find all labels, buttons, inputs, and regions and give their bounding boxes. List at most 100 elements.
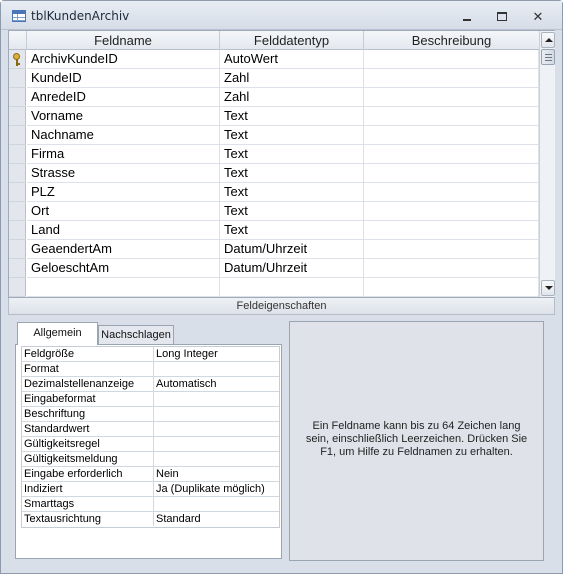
scroll-down-arrow-icon[interactable] <box>541 280 555 296</box>
grid-vertical-scrollbar[interactable] <box>539 31 555 297</box>
row-selector[interactable] <box>9 164 26 183</box>
row-selector[interactable] <box>9 183 26 202</box>
row-selector[interactable] <box>9 202 26 221</box>
description-cell[interactable] <box>364 88 539 107</box>
close-button[interactable]: ✕ <box>527 10 549 24</box>
property-row: Smarttags <box>22 497 279 512</box>
property-value[interactable] <box>154 452 280 466</box>
property-label: Gültigkeitsregel <box>22 437 154 451</box>
description-cell[interactable] <box>364 202 539 221</box>
description-cell[interactable] <box>364 221 539 240</box>
field-name-cell[interactable]: ArchivKundeID <box>27 50 220 69</box>
row-selector[interactable] <box>9 145 26 164</box>
help-text: Ein Feldname kann bis zu 64 Zeichen lang… <box>305 420 528 458</box>
row-selector[interactable] <box>9 88 26 107</box>
field-name-cell[interactable]: AnredeID <box>27 88 220 107</box>
grid-header: Feldname Felddatentyp Beschreibung <box>9 31 539 50</box>
field-name-cell[interactable] <box>27 278 220 297</box>
description-cell[interactable] <box>364 107 539 126</box>
data-type-cell[interactable]: Text <box>220 107 364 126</box>
description-cell[interactable] <box>364 259 539 278</box>
property-row: Format <box>22 362 279 377</box>
minimize-button[interactable] <box>456 10 478 24</box>
property-value[interactable]: Ja (Duplikate möglich) <box>154 482 280 496</box>
property-value[interactable] <box>154 407 280 421</box>
field-name-cell[interactable]: Firma <box>27 145 220 164</box>
data-type-cell[interactable]: Datum/Uhrzeit <box>220 259 364 278</box>
table-row: Firma Text <box>27 145 539 164</box>
data-type-cell[interactable]: Zahl <box>220 88 364 107</box>
scroll-up-arrow-icon[interactable] <box>541 32 555 48</box>
property-value[interactable] <box>154 422 280 436</box>
title-bar[interactable]: tblKundenArchiv ✕ <box>1 1 562 30</box>
table-icon <box>12 10 26 22</box>
data-type-cell[interactable]: Text <box>220 145 364 164</box>
property-label: Eingabeformat <box>22 392 154 406</box>
property-row: Feldgröße Long Integer <box>22 347 279 362</box>
row-selector[interactable] <box>9 107 26 126</box>
data-type-cell[interactable]: Datum/Uhrzeit <box>220 240 364 259</box>
description-cell[interactable] <box>364 145 539 164</box>
field-name-cell[interactable]: KundeID <box>27 69 220 88</box>
field-name-cell[interactable]: Land <box>27 221 220 240</box>
field-name-cell[interactable]: GeaendertAm <box>27 240 220 259</box>
property-label: Dezimalstellenanzeige <box>22 377 154 391</box>
data-type-cell[interactable]: AutoWert <box>220 50 364 69</box>
window-title: tblKundenArchiv <box>31 9 130 23</box>
row-selector[interactable] <box>9 259 26 278</box>
row-selector[interactable] <box>9 240 26 259</box>
field-name-cell[interactable]: Nachname <box>27 126 220 145</box>
table-row: Ort Text <box>27 202 539 221</box>
property-label: Beschriftung <box>22 407 154 421</box>
property-row: Eingabe erforderlich Nein <box>22 467 279 482</box>
select-all-corner[interactable] <box>9 31 27 50</box>
description-cell[interactable] <box>364 69 539 88</box>
row-selector[interactable] <box>9 278 26 297</box>
header-beschreibung[interactable]: Beschreibung <box>364 31 539 50</box>
restore-button[interactable] <box>491 10 513 24</box>
description-cell[interactable] <box>364 240 539 259</box>
field-name-cell[interactable]: Ort <box>27 202 220 221</box>
property-label: Indiziert <box>22 482 154 496</box>
row-selector[interactable] <box>9 50 26 69</box>
data-type-cell[interactable]: Text <box>220 126 364 145</box>
field-name-cell[interactable]: PLZ <box>27 183 220 202</box>
header-felddatentyp[interactable]: Felddatentyp <box>220 31 364 50</box>
field-name-cell[interactable]: Strasse <box>27 164 220 183</box>
table-row: Nachname Text <box>27 126 539 145</box>
row-selector[interactable] <box>9 221 26 240</box>
tab-nachschlagen[interactable]: Nachschlagen <box>98 325 174 345</box>
property-row: Gültigkeitsregel <box>22 437 279 452</box>
property-value[interactable] <box>154 497 280 511</box>
section-label-feldeigenschaften: Feldeigenschaften <box>8 298 555 315</box>
property-row: Standardwert <box>22 422 279 437</box>
table-row: GeloeschtAm Datum/Uhrzeit <box>27 259 539 278</box>
field-name-cell[interactable]: GeloeschtAm <box>27 259 220 278</box>
property-value[interactable]: Automatisch <box>154 377 280 391</box>
data-type-cell[interactable]: Text <box>220 202 364 221</box>
table-row: GeaendertAm Datum/Uhrzeit <box>27 240 539 259</box>
data-type-cell[interactable] <box>220 278 364 297</box>
property-value[interactable] <box>154 392 280 406</box>
field-name-cell[interactable]: Vorname <box>27 107 220 126</box>
description-cell[interactable] <box>364 164 539 183</box>
description-cell[interactable] <box>364 183 539 202</box>
description-cell[interactable] <box>364 278 539 297</box>
scroll-thumb[interactable] <box>541 49 555 65</box>
property-value[interactable]: Nein <box>154 467 280 481</box>
description-cell[interactable] <box>364 50 539 69</box>
row-selector[interactable] <box>9 69 26 88</box>
property-value[interactable]: Standard <box>154 512 280 526</box>
data-type-cell[interactable]: Zahl <box>220 69 364 88</box>
property-value[interactable]: Long Integer <box>154 347 280 361</box>
property-value[interactable] <box>154 362 280 376</box>
description-cell[interactable] <box>364 126 539 145</box>
data-type-cell[interactable]: Text <box>220 221 364 240</box>
data-type-cell[interactable]: Text <box>220 183 364 202</box>
data-type-cell[interactable]: Text <box>220 164 364 183</box>
tab-allgemein[interactable]: Allgemein <box>17 322 98 345</box>
table-row: ArchivKundeID AutoWert <box>27 50 539 69</box>
row-selector[interactable] <box>9 126 26 145</box>
header-feldname[interactable]: Feldname <box>27 31 220 50</box>
property-value[interactable] <box>154 437 280 451</box>
